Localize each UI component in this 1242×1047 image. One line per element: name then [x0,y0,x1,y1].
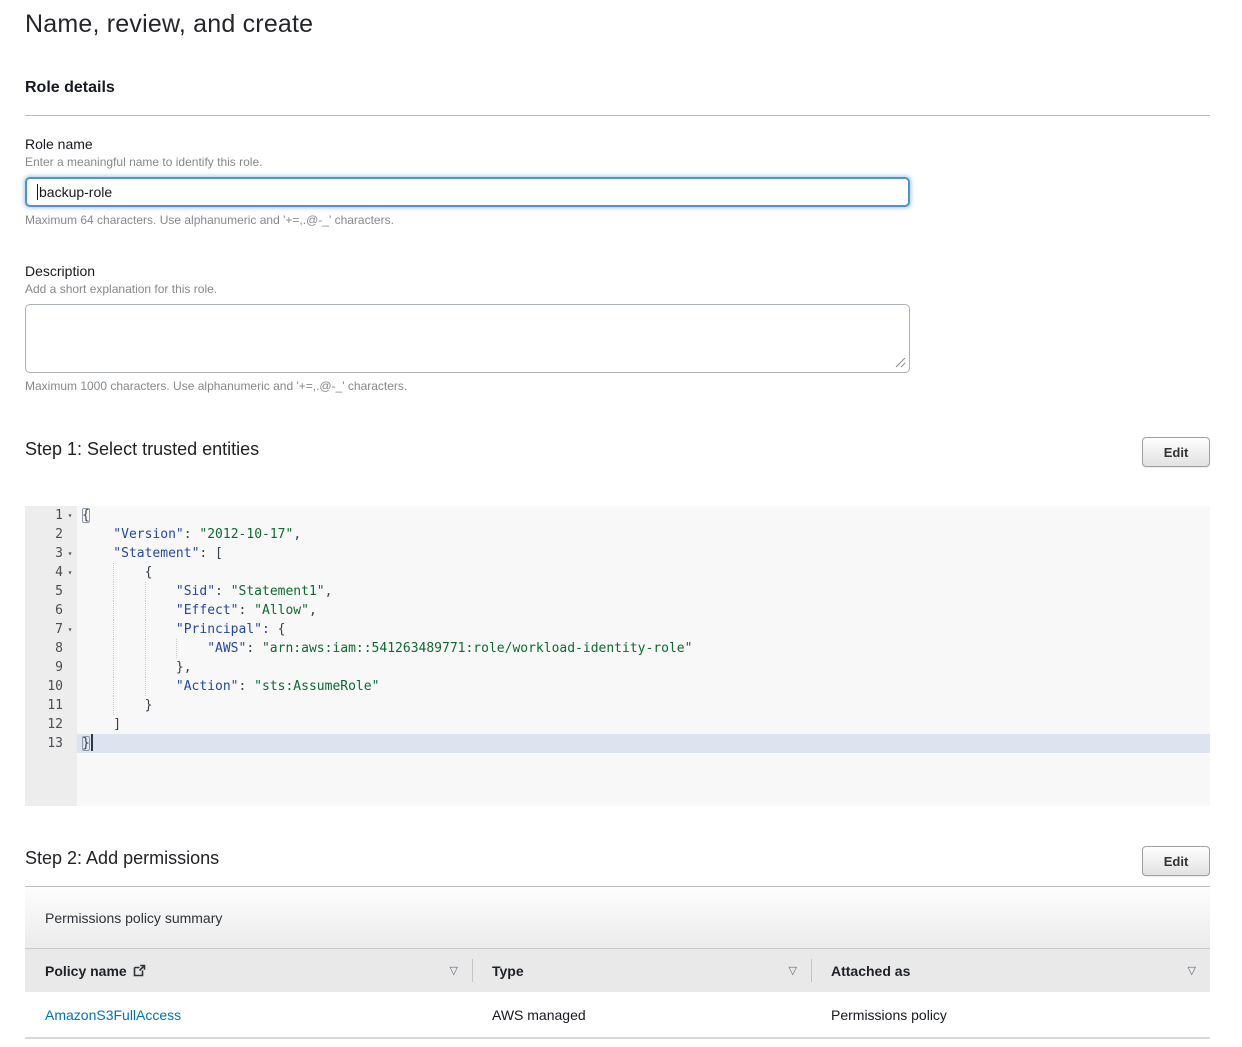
column-header-attached-as[interactable]: Attached as ▽ [811,949,1210,992]
sort-icon: ▽ [1188,964,1196,977]
role-name-value: backup-role [39,184,112,200]
fold-caret-placeholder [63,639,77,658]
resize-handle-icon[interactable] [895,357,906,368]
description-hint: Maximum 1000 characters. Use alphanumeri… [25,379,1210,393]
permissions-summary-caption: Permissions policy summary [25,888,1210,949]
step2-edit-button[interactable]: Edit [1142,846,1210,876]
text-caret [37,184,38,200]
policy-link[interactable]: AmazonS3FullAccess [45,1007,181,1023]
description-field[interactable] [25,304,910,373]
fold-caret-icon[interactable]: ▾ [63,506,77,525]
role-name-help: Enter a meaningful name to identify this… [25,155,1210,169]
type-header-label: Type [492,963,524,979]
policy-name-cell: AmazonS3FullAccess [25,992,472,1038]
fold-caret-placeholder [63,525,77,544]
description-help: Add a short explanation for this role. [25,282,1210,296]
external-link-icon [133,964,146,977]
page-container: Name, review, and create Role details Ro… [0,10,1242,1039]
permissions-table-header-row: Policy name ▽ [25,949,1210,992]
code-line: 11} [25,696,1210,715]
editor-caret [91,734,93,751]
fold-caret-icon[interactable]: ▾ [63,544,77,563]
fold-caret-placeholder [63,734,77,753]
fold-caret-icon[interactable]: ▾ [63,620,77,639]
description-label: Description [25,263,1210,279]
policy-type-cell: AWS managed [472,992,811,1038]
page-title: Name, review, and create [25,10,1210,39]
code-line: 12] [25,715,1210,734]
fold-caret-icon[interactable]: ▾ [63,563,77,582]
role-name-label: Role name [25,136,1210,152]
trust-policy-code-editor[interactable]: 1▾{2"Version": "2012-10-17",3▾"Statement… [25,506,1210,806]
code-line: 1▾{ [25,506,1210,525]
code-line: 10"Action": "sts:AssumeRole" [25,677,1210,696]
role-details-divider [25,115,1210,116]
role-details-heading: Role details [25,79,1210,97]
code-line: 5"Sid": "Statement1", [25,582,1210,601]
fold-caret-placeholder [63,582,77,601]
step1-heading: Step 1: Select trusted entities [25,437,259,460]
table-row: AmazonS3FullAccess AWS managed Permissio… [25,992,1210,1038]
role-name-input[interactable]: backup-role [25,177,910,207]
permissions-table: Policy name ▽ [25,949,1210,1039]
policy-name-header-label: Policy name [45,963,127,979]
code-line: 6"Effect": "Allow", [25,601,1210,620]
fold-caret-placeholder [63,715,77,734]
code-line: 13} [25,734,1210,753]
code-line: 3▾"Statement": [ [25,544,1210,563]
code-line: 7▾"Principal": { [25,620,1210,639]
code-line: 4▾{ [25,563,1210,582]
fold-caret-placeholder [63,658,77,677]
code-line: 2"Version": "2012-10-17", [25,525,1210,544]
fold-caret-placeholder [63,696,77,715]
code-editor-lines: 1▾{2"Version": "2012-10-17",3▾"Statement… [25,506,1210,753]
attached-as-cell: Permissions policy [811,992,1210,1038]
step1-edit-button[interactable]: Edit [1142,437,1210,467]
fold-caret-placeholder [63,601,77,620]
fold-caret-placeholder [63,677,77,696]
description-field-wrap [25,304,910,373]
code-line: 8"AWS": "arn:aws:iam::541263489771:role/… [25,639,1210,658]
step2-divider [25,886,1210,887]
column-header-policy-name[interactable]: Policy name ▽ [25,949,472,992]
step2-heading: Step 2: Add permissions [25,846,219,869]
sort-icon: ▽ [450,964,458,977]
attached-as-header-label: Attached as [831,963,910,979]
step2-header: Step 2: Add permissions Edit [25,846,1210,876]
column-header-type[interactable]: Type ▽ [472,949,811,992]
sort-icon: ▽ [789,964,797,977]
code-line: 9}, [25,658,1210,677]
role-name-hint: Maximum 64 characters. Use alphanumeric … [25,213,1210,227]
step1-header: Step 1: Select trusted entities Edit [25,437,1210,467]
